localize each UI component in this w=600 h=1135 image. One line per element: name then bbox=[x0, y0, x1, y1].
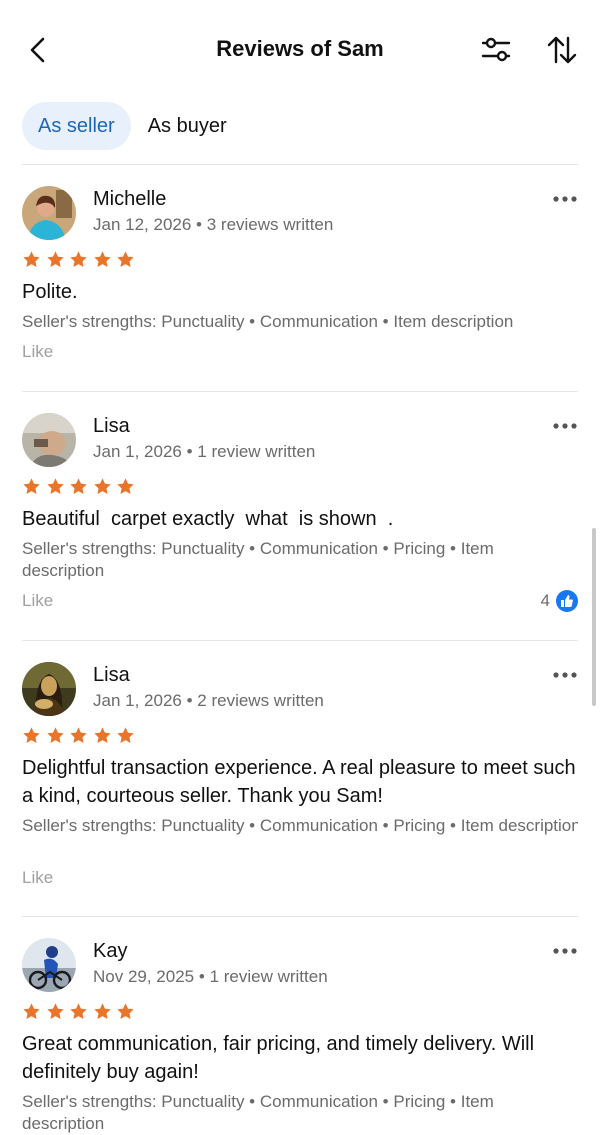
review-meta: Jan 1, 2026 • 1 review written bbox=[93, 442, 315, 462]
star-icon bbox=[117, 727, 134, 743]
review-text: Great communication, fair pricing, and t… bbox=[22, 1033, 535, 1083]
avatar[interactable] bbox=[22, 662, 76, 716]
review-meta: Nov 29, 2025 • 1 review written bbox=[93, 967, 328, 987]
review-text: Delightful transaction experience. A rea… bbox=[22, 757, 576, 807]
meta-separator: • bbox=[198, 967, 210, 986]
star-icon bbox=[93, 727, 111, 743]
reviews-written: 1 review written bbox=[197, 442, 316, 461]
star-icon bbox=[93, 251, 111, 267]
avatar[interactable] bbox=[22, 413, 76, 467]
thumbs-up-icon bbox=[556, 590, 578, 612]
star-icon bbox=[117, 251, 134, 267]
seller-strengths: Seller's strengths: Punctuality • Commun… bbox=[22, 816, 578, 835]
review-date: Jan 12, 2026 bbox=[93, 215, 192, 234]
reviewer-name[interactable]: Kay bbox=[93, 940, 127, 963]
like-button[interactable]: Like bbox=[22, 342, 53, 362]
star-icon bbox=[93, 1003, 111, 1019]
meta-separator: • bbox=[186, 691, 198, 710]
star-icon bbox=[23, 1003, 40, 1019]
review-meta: Jan 12, 2026 • 3 reviews written bbox=[93, 215, 333, 235]
more-dots-icon bbox=[553, 423, 577, 429]
seller-strengths: Seller's strengths: Punctuality • Commun… bbox=[22, 1092, 494, 1133]
star-icon bbox=[46, 727, 64, 743]
star-icon bbox=[117, 1003, 134, 1019]
reviews-written: 2 reviews written bbox=[197, 691, 324, 710]
review-date: Jan 1, 2026 bbox=[93, 691, 182, 710]
review-date: Nov 29, 2025 bbox=[93, 967, 195, 986]
star-icon bbox=[70, 251, 87, 267]
like-count-value: 4 bbox=[540, 591, 550, 610]
divider bbox=[22, 164, 578, 165]
meta-separator: • bbox=[186, 442, 198, 461]
like-button[interactable]: Like bbox=[22, 868, 53, 888]
more-options-button[interactable] bbox=[552, 417, 578, 429]
sliders-icon bbox=[481, 37, 511, 62]
star-rating bbox=[22, 1002, 140, 1021]
star-icon bbox=[23, 251, 40, 267]
tab-as-buyer[interactable]: As buyer bbox=[132, 102, 243, 150]
sort-arrows-icon bbox=[547, 36, 577, 64]
star-icon bbox=[70, 478, 87, 494]
star-icon bbox=[70, 1003, 87, 1019]
star-rating bbox=[22, 250, 140, 269]
review-text: Beautiful carpet exactly what is shown . bbox=[22, 508, 394, 530]
reviewer-name[interactable]: Lisa bbox=[93, 664, 130, 687]
scrollbar[interactable] bbox=[592, 528, 596, 706]
seller-strengths: Seller's strengths: Punctuality • Commun… bbox=[22, 312, 514, 331]
more-dots-icon bbox=[553, 672, 577, 678]
star-icon bbox=[46, 1003, 64, 1019]
divider bbox=[22, 916, 578, 917]
role-tabs: As seller As buyer bbox=[22, 101, 243, 151]
like-count[interactable]: 4 bbox=[541, 590, 578, 612]
star-icon bbox=[23, 727, 40, 743]
reviews-written: 1 review written bbox=[209, 967, 328, 986]
star-icon bbox=[93, 478, 111, 494]
star-icon bbox=[46, 251, 64, 267]
review-meta: Jan 1, 2026 • 2 reviews written bbox=[93, 691, 324, 711]
star-rating bbox=[22, 726, 140, 745]
divider bbox=[22, 391, 578, 392]
more-options-button[interactable] bbox=[552, 190, 578, 202]
avatar[interactable] bbox=[22, 186, 76, 240]
star-icon bbox=[46, 478, 64, 494]
star-icon bbox=[70, 727, 87, 743]
more-dots-icon bbox=[553, 196, 577, 202]
divider bbox=[22, 640, 578, 641]
more-options-button[interactable] bbox=[552, 942, 578, 954]
more-dots-icon bbox=[553, 948, 577, 954]
filter-button[interactable] bbox=[480, 36, 512, 64]
reviewer-name[interactable]: Lisa bbox=[93, 415, 130, 438]
star-icon bbox=[117, 478, 134, 494]
star-rating bbox=[22, 477, 140, 496]
more-options-button[interactable] bbox=[552, 666, 578, 678]
seller-strengths: Seller's strengths: Punctuality • Commun… bbox=[22, 539, 494, 580]
star-icon bbox=[23, 478, 40, 494]
avatar[interactable] bbox=[22, 938, 76, 992]
sort-button[interactable] bbox=[546, 34, 578, 66]
like-button[interactable]: Like bbox=[22, 591, 53, 611]
reviewer-name[interactable]: Michelle bbox=[93, 188, 166, 211]
review-date: Jan 1, 2026 bbox=[93, 442, 182, 461]
reviews-written: 3 reviews written bbox=[206, 215, 334, 234]
review-text: Polite. bbox=[22, 281, 78, 303]
top-bar: Reviews of Sam bbox=[0, 0, 600, 100]
tab-as-seller[interactable]: As seller bbox=[22, 102, 131, 150]
meta-separator: • bbox=[196, 215, 207, 234]
